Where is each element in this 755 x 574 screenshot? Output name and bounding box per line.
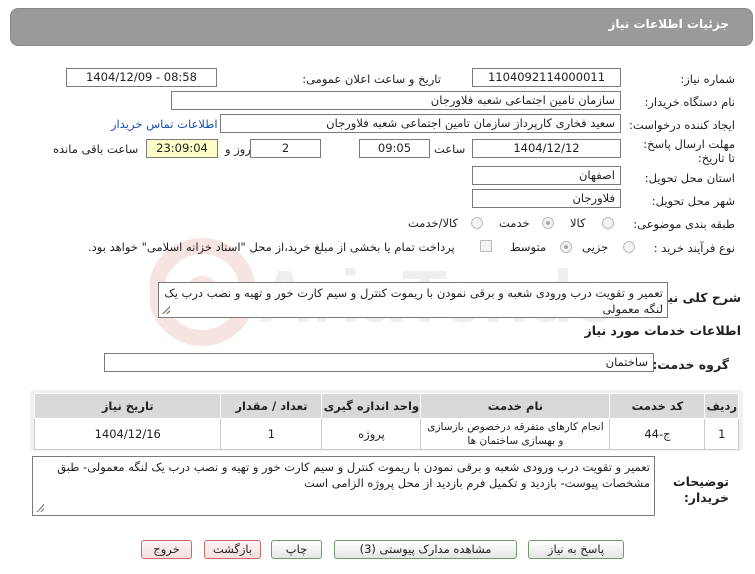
deadline-date-field[interactable]: 1404/12/12 <box>472 139 621 158</box>
need-number-field[interactable]: 1104092114000011 <box>472 68 621 87</box>
resize-grip-icon[interactable] <box>36 504 44 512</box>
service-group-field[interactable]: ساختمان <box>104 353 654 372</box>
cell-row-number: 1 <box>704 418 739 450</box>
cell-unit: پروژه <box>321 418 422 450</box>
time-remaining-label: ساعت باقی مانده <box>53 142 139 156</box>
cell-quantity: 1 <box>220 418 323 450</box>
category-radio-service[interactable] <box>542 217 554 229</box>
time-remaining-field[interactable]: 23:09:04 <box>146 139 218 158</box>
province-label: استان محل تحویل: <box>644 171 735 185</box>
back-button[interactable]: بازگشت <box>204 540 261 559</box>
buyer-notes-text: تعمیر و تقویت درب ورودی شعبه و برقی نمود… <box>57 460 650 490</box>
col-header-row-number: ردیف <box>704 393 739 419</box>
col-header-service-name: نام خدمت <box>420 393 611 419</box>
col-header-service-code: کد خدمت <box>609 393 706 419</box>
col-header-quantity: تعداد / مقدار <box>220 393 323 419</box>
resize-grip-icon[interactable] <box>162 306 170 314</box>
services-info-heading: اطلاعات خدمات مورد نیاز <box>584 323 742 338</box>
service-group-label: گروه خدمت: <box>652 357 729 372</box>
cell-service-code: ج-44 <box>609 418 706 450</box>
view-attachments-button[interactable]: مشاهده مدارک پیوستی (3) <box>334 540 517 559</box>
category-option-service: خدمت <box>499 216 530 230</box>
exit-button[interactable]: خروج <box>141 540 192 559</box>
services-table: ردیف کد خدمت نام خدمت واحد اندازه گیری ت… <box>33 393 739 450</box>
process-radio-medium[interactable] <box>560 241 572 253</box>
process-option-minor: جزیی <box>582 240 609 254</box>
treasury-payment-note: پرداخت تمام یا بخشی از مبلغ خرید،از محل … <box>88 240 455 254</box>
category-radio-goods[interactable] <box>602 217 614 229</box>
general-description-text: تعمیر و تقویت درب ورودی شعبه و برقی نمود… <box>164 286 663 316</box>
buyer-org-field[interactable]: سازمان تامین اجتماعی شعبه فلاورجان <box>171 91 621 110</box>
buyer-notes-label: توضیحات خریدار: <box>673 474 729 505</box>
deadline-time-label: ساعت <box>434 142 466 156</box>
category-option-goods: کالا <box>570 216 586 230</box>
category-radio-goods-service[interactable] <box>471 217 483 229</box>
cell-service-name: انجام کارهای متفرقه درخصوص بازسازی و بهس… <box>420 418 611 450</box>
request-creator-label: ایجاد کننده درخواست: <box>629 118 735 132</box>
buyer-org-label: نام دستگاه خریدار: <box>644 95 735 109</box>
announce-datetime-label: تاریخ و ساعت اعلان عمومی: <box>302 72 441 86</box>
col-header-need-date: تاریخ نیاز <box>33 393 222 419</box>
table-header-row: ردیف کد خدمت نام خدمت واحد اندازه گیری ت… <box>33 393 739 419</box>
treasury-payment-checkbox[interactable] <box>480 240 492 252</box>
day-and-label: روز و <box>225 142 251 156</box>
need-number-label: شماره نیاز: <box>680 72 735 86</box>
panel-title: جزئیات اطلاعات نیاز <box>608 17 729 31</box>
buyer-contact-link[interactable]: اطلاعات تماس خریدار <box>111 117 218 131</box>
process-radio-minor[interactable] <box>623 241 635 253</box>
category-label: طبقه بندی موضوعی: <box>633 217 735 231</box>
print-button[interactable]: چاپ <box>271 540 322 559</box>
deadline-label: مهلت ارسال پاسخ: تا تاریخ: <box>643 137 735 165</box>
process-type-label: نوع فرآیند خرید : <box>653 241 735 255</box>
table-row: 1 ج-44 انجام کارهای متفرقه درخصوص بازساز… <box>33 418 739 450</box>
category-option-goods-service: کالا/خدمت <box>408 216 459 230</box>
general-description-field[interactable]: تعمیر و تقویت درب ورودی شعبه و برقی نمود… <box>158 282 668 318</box>
reply-button[interactable]: پاسخ به نیاز <box>528 540 624 559</box>
col-header-unit: واحد اندازه گیری <box>321 393 422 419</box>
process-option-medium: متوسط <box>510 240 547 254</box>
city-label: شهر محل تحویل: <box>651 194 735 208</box>
buyer-notes-field[interactable]: تعمیر و تقویت درب ورودی شعبه و برقی نمود… <box>32 456 655 516</box>
request-creator-field[interactable]: سعید فخاری کارپرداز سازمان تامین اجتماعی… <box>220 114 621 133</box>
province-field[interactable]: اصفهان <box>472 166 621 185</box>
days-remaining-field[interactable]: 2 <box>250 139 321 158</box>
announce-datetime-field[interactable]: 1404/12/09 - 08:58 <box>66 68 217 87</box>
cell-need-date: 1404/12/16 <box>33 418 222 450</box>
deadline-time-field[interactable]: 09:05 <box>359 139 430 158</box>
city-field[interactable]: فلاورجان <box>472 189 621 208</box>
